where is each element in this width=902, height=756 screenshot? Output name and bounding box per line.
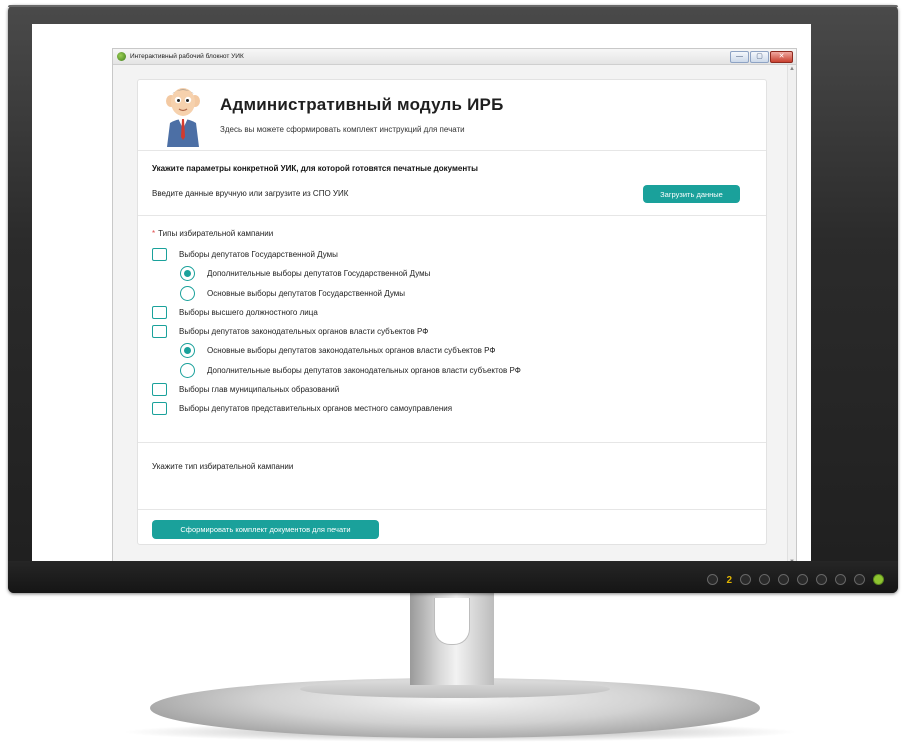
campaign-types-label: * Типы избирательной кампании [152,229,273,238]
monitor-button[interactable] [797,574,808,585]
option-label: Основные выборы депутатов законодательны… [207,346,496,355]
monitor-buttons: 2 [707,574,884,586]
campaign-types-label-text: Типы избирательной кампании [158,229,274,238]
option-label: Выборы депутатов законодательных органов… [179,327,429,336]
campaign-type-section: Укажите тип избирательной кампании [138,443,766,510]
page-title: Административный модуль ИРБ [220,95,504,114]
option-state-duma[interactable]: Выборы депутатов Государственной Думы [152,248,338,261]
monitor-button[interactable] [778,574,789,585]
monitor-indicator: 2 [726,575,732,586]
generate-documents-button[interactable]: Сформировать комплект документов для печ… [152,520,379,539]
page-subtitle: Здесь вы можете сформировать комплект ин… [220,125,465,134]
monitor-bottom-bezel: 2 [8,561,898,593]
monitor-button[interactable] [759,574,770,585]
option-label: Выборы депутатов Государственной Думы [179,250,338,259]
radio-button[interactable] [180,363,195,378]
window-titlebar[interactable]: Интерактивный рабочий блокнот УИК — ▢ ✕ [113,49,796,65]
option-regional-legislature[interactable]: Выборы депутатов законодательных органов… [152,325,428,338]
close-button[interactable]: ✕ [770,51,793,63]
monitor-neck-cutout [434,598,470,645]
option-regional-legislature-main[interactable]: Основные выборы депутатов законодательны… [180,343,495,358]
main-card: Административный модуль ИРБ Здесь вы мож… [137,79,767,545]
option-label: Основные выборы депутатов Государственно… [207,289,405,298]
window-controls: — ▢ ✕ [730,51,793,63]
option-label: Выборы глав муниципальных образований [179,385,340,394]
maximize-button[interactable]: ▢ [750,51,769,63]
campaign-type-hint: Укажите тип избирательной кампании [152,462,294,471]
params-title: Укажите параметры конкретной УИК, для ко… [152,164,478,173]
checkbox[interactable] [152,402,167,415]
option-label: Выборы депутатов представительных органо… [179,404,453,413]
params-section: Укажите параметры конкретной УИК, для ко… [138,151,766,216]
params-hint: Введите данные вручную или загрузите из … [152,189,349,198]
checkbox[interactable] [152,306,167,319]
radio-button-selected[interactable] [180,343,195,358]
checkbox[interactable] [152,248,167,261]
power-button-icon[interactable] [873,574,884,585]
monitor-button[interactable] [835,574,846,585]
radio-button-selected[interactable] [180,266,195,281]
monitor-button[interactable] [816,574,827,585]
monitor-frame: Интерактивный рабочий блокнот УИК — ▢ ✕ … [8,5,898,593]
mascot-avatar-icon [166,88,200,147]
app-logo-icon [117,52,126,61]
monitor-button[interactable] [707,574,719,585]
monitor-screen: Интерактивный рабочий блокнот УИК — ▢ ✕ … [32,24,811,565]
card-footer: Сформировать комплект документов для печ… [138,510,766,546]
app-window: Интерактивный рабочий блокнот УИК — ▢ ✕ … [112,48,797,565]
load-data-button[interactable]: Загрузить данные [643,185,740,203]
window-title: Интерактивный рабочий блокнот УИК [130,53,244,60]
option-local-government[interactable]: Выборы депутатов представительных органо… [152,402,452,415]
campaign-types-section: * Типы избирательной кампании Выборы депу… [138,216,766,443]
option-regional-legislature-additional[interactable]: Дополнительные выборы депутатов законода… [180,363,521,378]
card-header: Административный модуль ИРБ Здесь вы мож… [138,80,766,151]
option-state-duma-main[interactable]: Основные выборы депутатов Государственно… [180,286,405,301]
option-state-duma-additional[interactable]: Дополнительные выборы депутатов Государс… [180,266,430,281]
scroll-up-arrow-icon[interactable]: ▲ [788,65,796,73]
option-label: Дополнительные выборы депутатов законода… [207,366,521,375]
minimize-button[interactable]: — [730,51,749,63]
required-mark: * [152,229,156,238]
option-highest-official[interactable]: Выборы высшего должностного лица [152,306,318,319]
monitor-button[interactable] [854,574,865,585]
vertical-scrollbar[interactable]: ▲ ▼ [787,65,796,565]
radio-button[interactable] [180,286,195,301]
option-label: Выборы высшего должностного лица [179,308,318,317]
option-label: Дополнительные выборы депутатов Государс… [207,269,431,278]
monitor-button[interactable] [740,574,751,585]
checkbox[interactable] [152,383,167,396]
checkbox[interactable] [152,325,167,338]
option-municipal-heads[interactable]: Выборы глав муниципальных образований [152,383,339,396]
monitor-top-highlight [8,5,898,7]
